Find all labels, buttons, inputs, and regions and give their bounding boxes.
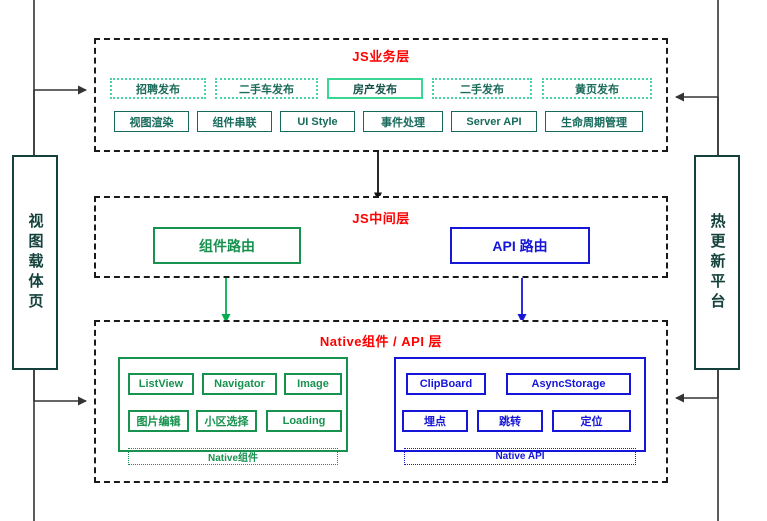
hot-update-platform-panel: 热更新平台 bbox=[694, 155, 740, 370]
chip-used-car-publish[interactable]: 二手车发布 bbox=[215, 78, 318, 99]
native-box-label: Loading bbox=[282, 415, 326, 427]
native-box-label: ListView bbox=[138, 378, 184, 390]
native-api-caption: Native API bbox=[404, 448, 636, 465]
native-box-label: AsyncStorage bbox=[531, 378, 606, 390]
chip-realestate-publish[interactable]: 房产发布 bbox=[327, 78, 423, 99]
chip-event-handling[interactable]: 事件处理 bbox=[363, 111, 443, 132]
route-label: API 路由 bbox=[492, 237, 548, 254]
chip-label: 生命周期管理 bbox=[561, 116, 627, 129]
chip-label: 黄页发布 bbox=[575, 83, 619, 96]
native-components-caption: Native组件 bbox=[128, 448, 338, 465]
chip-recruit-publish[interactable]: 招聘发布 bbox=[110, 78, 206, 99]
native-box-label: 跳转 bbox=[499, 416, 521, 428]
chip-secondhand-publish[interactable]: 二手发布 bbox=[432, 78, 532, 99]
layer-js-middle-title: JS中间层 bbox=[352, 211, 410, 226]
chip-view-render[interactable]: 视图渲染 bbox=[114, 111, 189, 132]
route-api[interactable]: API 路由 bbox=[450, 227, 590, 264]
native-components-group: ListView Navigator Image 图片编辑 小区选择 Loadi… bbox=[118, 357, 348, 452]
architecture-diagram: 视图载体页 热更新平台 JS业务层 招聘发布 二手车发布 房产发布 二手发布 黄… bbox=[0, 0, 767, 521]
chip-yellowpage-publish[interactable]: 黄页发布 bbox=[542, 78, 652, 99]
chip-label: Server API bbox=[466, 115, 522, 128]
native-box-loading[interactable]: Loading bbox=[266, 410, 342, 432]
native-box-image[interactable]: Image bbox=[284, 373, 342, 395]
layer-js-business-title: JS业务层 bbox=[352, 49, 410, 64]
native-box-image-edit[interactable]: 图片编辑 bbox=[128, 410, 189, 432]
native-box-location[interactable]: 定位 bbox=[552, 410, 631, 432]
layer-native: Native组件 / API 层 ListView Navigator Imag… bbox=[94, 320, 668, 483]
chip-ui-style[interactable]: UI Style bbox=[280, 111, 355, 132]
chip-label: 组件串联 bbox=[212, 116, 257, 129]
native-box-label: Image bbox=[297, 378, 329, 390]
chip-label: 视图渲染 bbox=[129, 116, 174, 129]
native-box-community-select[interactable]: 小区选择 bbox=[196, 410, 257, 432]
chip-server-api[interactable]: Server API bbox=[451, 111, 537, 132]
view-container-page-label: 视图载体页 bbox=[26, 212, 44, 313]
native-box-label: ClipBoard bbox=[419, 378, 473, 390]
native-box-label: 图片编辑 bbox=[136, 416, 181, 428]
layer-js-business: JS业务层 招聘发布 二手车发布 房产发布 二手发布 黄页发布 视图渲染 组件串… bbox=[94, 38, 668, 152]
native-box-navigate[interactable]: 跳转 bbox=[477, 410, 543, 432]
layer-native-title: Native组件 / API 层 bbox=[319, 334, 443, 349]
chip-label: 房产发布 bbox=[353, 83, 397, 96]
chip-lifecycle-management[interactable]: 生命周期管理 bbox=[545, 111, 643, 132]
chip-component-chain[interactable]: 组件串联 bbox=[197, 111, 272, 132]
native-box-label: 定位 bbox=[580, 416, 603, 428]
native-box-listview[interactable]: ListView bbox=[128, 373, 194, 395]
native-box-label: Navigator bbox=[214, 378, 265, 390]
view-container-page-panel: 视图载体页 bbox=[12, 155, 58, 370]
native-box-label: 小区选择 bbox=[204, 416, 249, 428]
layer-js-middle: JS中间层 组件路由 API 路由 bbox=[94, 196, 668, 278]
native-api-group: ClipBoard AsyncStorage 埋点 跳转 定位 bbox=[394, 357, 646, 452]
native-box-asyncstorage[interactable]: AsyncStorage bbox=[506, 373, 631, 395]
caption-label: Native API bbox=[495, 451, 545, 462]
hot-update-platform-label: 热更新平台 bbox=[708, 212, 726, 313]
chip-label: UI Style bbox=[297, 115, 338, 128]
native-box-tracking[interactable]: 埋点 bbox=[402, 410, 468, 432]
native-box-navigator[interactable]: Navigator bbox=[202, 373, 277, 395]
chip-label: 招聘发布 bbox=[136, 83, 180, 96]
caption-label: Native组件 bbox=[207, 453, 258, 464]
chip-label: 二手发布 bbox=[460, 83, 504, 96]
native-box-clipboard[interactable]: ClipBoard bbox=[406, 373, 486, 395]
route-label: 组件路由 bbox=[199, 237, 255, 254]
chip-label: 二手车发布 bbox=[239, 83, 294, 96]
chip-label: 事件处理 bbox=[381, 116, 425, 129]
route-component[interactable]: 组件路由 bbox=[153, 227, 301, 264]
native-box-label: 埋点 bbox=[424, 416, 446, 428]
